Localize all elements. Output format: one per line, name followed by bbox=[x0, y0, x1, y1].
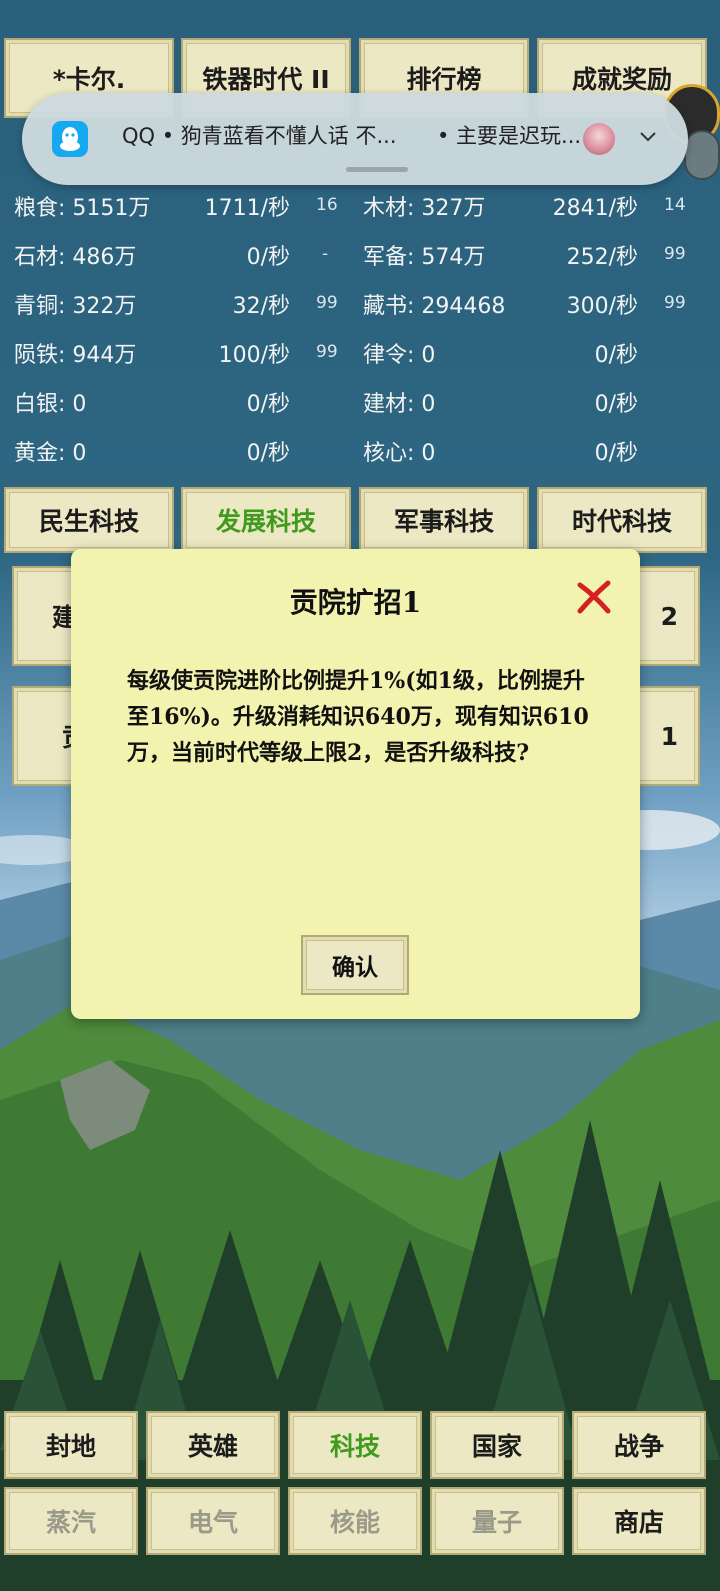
resource-building-material-rate: 0/秒 bbox=[594, 392, 638, 417]
resource-meteoric-iron-level: 99 bbox=[316, 342, 338, 362]
nav-shop[interactable]: 商店 bbox=[572, 1487, 706, 1555]
resource-wood: 木材: 327万 bbox=[363, 196, 486, 221]
nav-nation[interactable]: 国家 bbox=[430, 1411, 564, 1479]
dialog-title: 贡院扩招1 bbox=[289, 586, 422, 619]
resource-food: 粮食: 5151万 bbox=[14, 196, 151, 221]
tab-civil-tech[interactable]: 民生科技 bbox=[4, 487, 174, 553]
nav-tech[interactable]: 科技 bbox=[288, 1411, 422, 1479]
close-icon[interactable] bbox=[574, 577, 614, 617]
resource-armament-level: 99 bbox=[664, 244, 686, 264]
notification-avatar bbox=[583, 123, 615, 155]
resource-food-level: 16 bbox=[316, 195, 338, 215]
resource-books: 藏书: 294468 bbox=[363, 294, 506, 319]
resource-stone-rate: 0/秒 bbox=[246, 245, 290, 270]
tab-development-tech[interactable]: 发展科技 bbox=[181, 487, 351, 553]
resource-meteoric-iron: 陨铁: 944万 bbox=[14, 343, 137, 368]
resource-meteoric-iron-rate: 100/秒 bbox=[218, 343, 290, 368]
qq-penguin-icon bbox=[52, 121, 88, 157]
nav-fief[interactable]: 封地 bbox=[4, 1411, 138, 1479]
notification-handle[interactable] bbox=[346, 167, 408, 172]
dialog-body: 每级使贡院进阶比例提升1%(如1级，比例提升至16%)。升级消耗知识640万，现… bbox=[127, 668, 589, 766]
nav-quantum[interactable]: 量子 bbox=[430, 1487, 564, 1555]
resource-gold-rate: 0/秒 bbox=[246, 441, 290, 466]
chevron-down-icon[interactable] bbox=[638, 127, 658, 147]
resource-core: 核心: 0 bbox=[363, 441, 436, 466]
resource-bronze: 青铜: 322万 bbox=[14, 294, 137, 319]
tab-military-tech[interactable]: 军事科技 bbox=[359, 487, 529, 553]
resource-bronze-level: 99 bbox=[316, 293, 338, 313]
tab-era-tech[interactable]: 时代科技 bbox=[537, 487, 707, 553]
resource-bronze-rate: 32/秒 bbox=[232, 294, 290, 319]
nav-electric[interactable]: 电气 bbox=[146, 1487, 280, 1555]
resource-armament: 军备: 574万 bbox=[363, 245, 486, 270]
resource-silver: 白银: 0 bbox=[14, 392, 87, 417]
resource-books-rate: 300/秒 bbox=[566, 294, 638, 319]
resource-books-level: 99 bbox=[664, 293, 686, 313]
resource-stone-level: - bbox=[322, 244, 329, 264]
nav-nuclear[interactable]: 核能 bbox=[288, 1487, 422, 1555]
resource-food-rate: 1711/秒 bbox=[204, 196, 290, 221]
resource-gold: 黄金: 0 bbox=[14, 441, 87, 466]
resource-decree: 律令: 0 bbox=[363, 343, 436, 368]
resource-wood-level: 14 bbox=[664, 195, 686, 215]
nav-steam[interactable]: 蒸汽 bbox=[4, 1487, 138, 1555]
resource-decree-rate: 0/秒 bbox=[594, 343, 638, 368]
notification-text: QQ • 狗青蓝看不懂人话 不... bbox=[122, 124, 397, 148]
resource-wood-rate: 2841/秒 bbox=[552, 196, 638, 221]
gear-icon bbox=[684, 130, 720, 180]
qq-notification[interactable]: QQ • 狗青蓝看不懂人话 不... • 主要是迟玩... bbox=[22, 93, 688, 185]
nav-heroes[interactable]: 英雄 bbox=[146, 1411, 280, 1479]
resource-building-material: 建材: 0 bbox=[363, 392, 436, 417]
resource-armament-rate: 252/秒 bbox=[566, 245, 638, 270]
resource-stone: 石材: 486万 bbox=[14, 245, 137, 270]
confirm-button[interactable]: 确认 bbox=[301, 935, 409, 995]
resource-core-rate: 0/秒 bbox=[594, 441, 638, 466]
resource-silver-rate: 0/秒 bbox=[246, 392, 290, 417]
nav-war[interactable]: 战争 bbox=[572, 1411, 706, 1479]
notification-extra: • 主要是迟玩... bbox=[437, 124, 582, 148]
tech-upgrade-dialog: 贡院扩招1 每级使贡院进阶比例提升1%(如1级，比例提升至16%)。升级消耗知识… bbox=[71, 549, 640, 1019]
